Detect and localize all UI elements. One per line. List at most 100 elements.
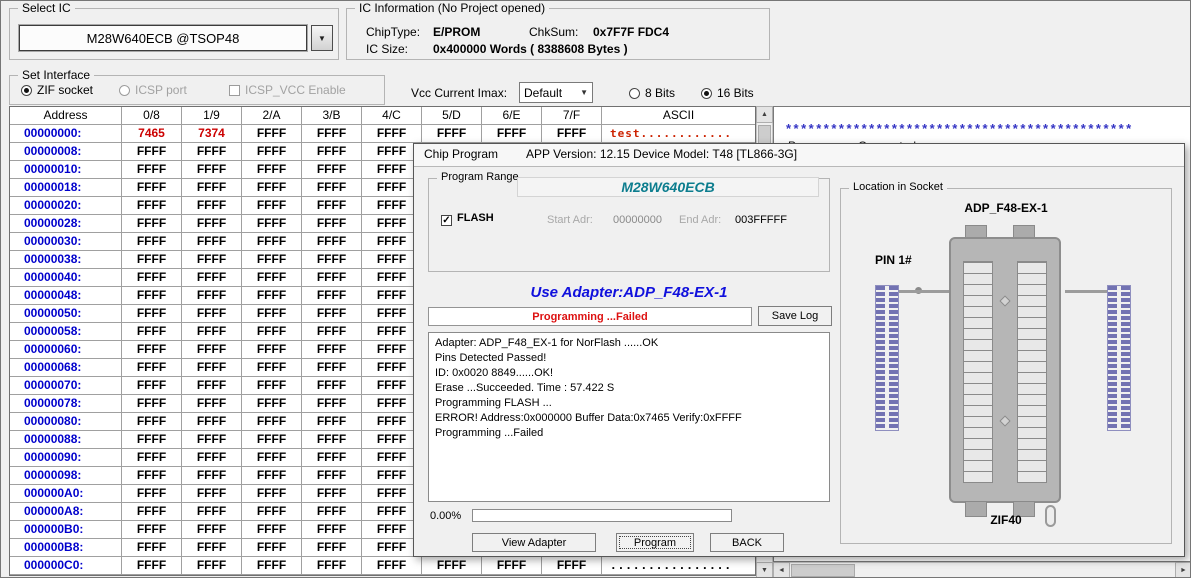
- hex-cell[interactable]: FFFF: [182, 503, 242, 521]
- ic-combobox[interactable]: M28W640ECB @TSOP48: [19, 25, 307, 51]
- hex-cell[interactable]: FFFF: [482, 557, 542, 575]
- hex-cell[interactable]: FFFF: [122, 233, 182, 251]
- hex-cell[interactable]: FFFF: [242, 413, 302, 431]
- hex-cell[interactable]: FFFF: [122, 395, 182, 413]
- hex-cell[interactable]: FFFF: [122, 449, 182, 467]
- hex-cell[interactable]: FFFF: [182, 287, 242, 305]
- vcc-combobox[interactable]: Default ▼: [519, 82, 593, 103]
- hex-cell[interactable]: FFFF: [122, 197, 182, 215]
- hex-cell[interactable]: FFFF: [122, 467, 182, 485]
- hex-cell[interactable]: FFFF: [182, 323, 242, 341]
- hex-cell[interactable]: FFFF: [242, 539, 302, 557]
- hex-cell[interactable]: FFFF: [242, 269, 302, 287]
- hex-cell[interactable]: FFFF: [122, 431, 182, 449]
- hex-cell[interactable]: FFFF: [182, 539, 242, 557]
- hex-cell[interactable]: FFFF: [182, 449, 242, 467]
- hex-cell[interactable]: FFFF: [242, 125, 302, 143]
- hex-cell[interactable]: FFFF: [182, 161, 242, 179]
- hex-cell[interactable]: FFFF: [242, 449, 302, 467]
- hex-cell[interactable]: FFFF: [182, 215, 242, 233]
- hex-cell[interactable]: FFFF: [182, 413, 242, 431]
- hex-cell[interactable]: FFFF: [122, 161, 182, 179]
- hex-cell[interactable]: FFFF: [302, 215, 362, 233]
- hex-cell[interactable]: FFFF: [122, 503, 182, 521]
- hex-cell[interactable]: FFFF: [182, 197, 242, 215]
- hex-cell[interactable]: FFFF: [182, 341, 242, 359]
- hex-cell[interactable]: 7465: [122, 125, 182, 143]
- hex-cell[interactable]: FFFF: [362, 557, 422, 575]
- hex-cell[interactable]: FFFF: [182, 431, 242, 449]
- hex-cell[interactable]: FFFF: [122, 341, 182, 359]
- scroll-down-button[interactable]: ▼: [756, 562, 773, 578]
- hex-cell[interactable]: FFFF: [242, 179, 302, 197]
- hex-cell[interactable]: FFFF: [122, 377, 182, 395]
- hex-cell[interactable]: FFFF: [242, 197, 302, 215]
- hex-cell[interactable]: FFFF: [182, 395, 242, 413]
- hex-cell[interactable]: FFFF: [182, 143, 242, 161]
- hex-cell[interactable]: FFFF: [362, 125, 422, 143]
- hex-cell[interactable]: FFFF: [302, 143, 362, 161]
- hex-cell[interactable]: FFFF: [542, 557, 602, 575]
- hex-cell[interactable]: FFFF: [122, 251, 182, 269]
- hex-cell[interactable]: FFFF: [422, 125, 482, 143]
- hex-cell[interactable]: FFFF: [122, 287, 182, 305]
- hex-cell[interactable]: FFFF: [122, 269, 182, 287]
- hex-cell[interactable]: FFFF: [242, 359, 302, 377]
- flash-checkbox[interactable]: ✓FLASH: [441, 212, 494, 226]
- hex-cell[interactable]: FFFF: [242, 521, 302, 539]
- hex-cell[interactable]: FFFF: [302, 287, 362, 305]
- hex-cell[interactable]: FFFF: [242, 431, 302, 449]
- hex-cell[interactable]: FFFF: [122, 215, 182, 233]
- h-scroll-thumb[interactable]: [791, 564, 855, 577]
- hex-cell[interactable]: FFFF: [122, 539, 182, 557]
- hex-cell[interactable]: FFFF: [302, 233, 362, 251]
- save-log-button[interactable]: Save Log: [758, 306, 832, 326]
- hex-cell[interactable]: FFFF: [122, 359, 182, 377]
- dialog-titlebar[interactable]: Chip Program APP Version: 12.15 Device M…: [414, 144, 1184, 167]
- hex-cell[interactable]: FFFF: [242, 395, 302, 413]
- icsp-port-radio[interactable]: ICSP port: [119, 83, 187, 97]
- hex-cell[interactable]: FFFF: [302, 413, 362, 431]
- hex-cell[interactable]: FFFF: [242, 233, 302, 251]
- hex-cell[interactable]: FFFF: [542, 125, 602, 143]
- icsp-vcc-checkbox[interactable]: ICSP_VCC Enable: [229, 83, 346, 97]
- hex-cell[interactable]: FFFF: [182, 377, 242, 395]
- hex-cell[interactable]: FFFF: [122, 485, 182, 503]
- hex-cell[interactable]: FFFF: [302, 341, 362, 359]
- hex-cell[interactable]: FFFF: [182, 485, 242, 503]
- hex-cell[interactable]: FFFF: [302, 503, 362, 521]
- hex-cell[interactable]: FFFF: [242, 503, 302, 521]
- hex-cell[interactable]: FFFF: [242, 377, 302, 395]
- hex-cell[interactable]: FFFF: [182, 269, 242, 287]
- hex-cell[interactable]: FFFF: [122, 143, 182, 161]
- hex-cell[interactable]: FFFF: [302, 431, 362, 449]
- hex-cell[interactable]: FFFF: [122, 305, 182, 323]
- hex-cell[interactable]: FFFF: [242, 467, 302, 485]
- hex-cell[interactable]: FFFF: [482, 125, 542, 143]
- hex-cell[interactable]: FFFF: [242, 305, 302, 323]
- zif-socket-radio[interactable]: ZIF socket: [21, 83, 93, 97]
- hex-cell[interactable]: FFFF: [302, 197, 362, 215]
- hex-cell[interactable]: FFFF: [302, 125, 362, 143]
- hex-cell[interactable]: FFFF: [242, 341, 302, 359]
- hex-cell[interactable]: FFFF: [242, 143, 302, 161]
- scroll-up-button[interactable]: ▲: [756, 106, 773, 123]
- hex-cell[interactable]: FFFF: [302, 557, 362, 575]
- hex-cell[interactable]: FFFF: [242, 215, 302, 233]
- hex-cell[interactable]: FFFF: [302, 467, 362, 485]
- hex-cell[interactable]: FFFF: [302, 395, 362, 413]
- hex-cell[interactable]: FFFF: [182, 179, 242, 197]
- hex-cell[interactable]: FFFF: [302, 377, 362, 395]
- hex-cell[interactable]: FFFF: [302, 269, 362, 287]
- hex-cell[interactable]: FFFF: [242, 251, 302, 269]
- scroll-left-button[interactable]: ◄: [773, 562, 790, 578]
- hex-cell[interactable]: FFFF: [182, 359, 242, 377]
- back-button[interactable]: BACK: [710, 533, 784, 552]
- hex-cell[interactable]: FFFF: [302, 485, 362, 503]
- hex-cell[interactable]: FFFF: [302, 179, 362, 197]
- hex-cell[interactable]: FFFF: [182, 557, 242, 575]
- hex-cell[interactable]: FFFF: [422, 557, 482, 575]
- hex-cell[interactable]: FFFF: [242, 557, 302, 575]
- hex-cell[interactable]: FFFF: [242, 287, 302, 305]
- bits-16-radio[interactable]: 16 Bits: [701, 86, 754, 100]
